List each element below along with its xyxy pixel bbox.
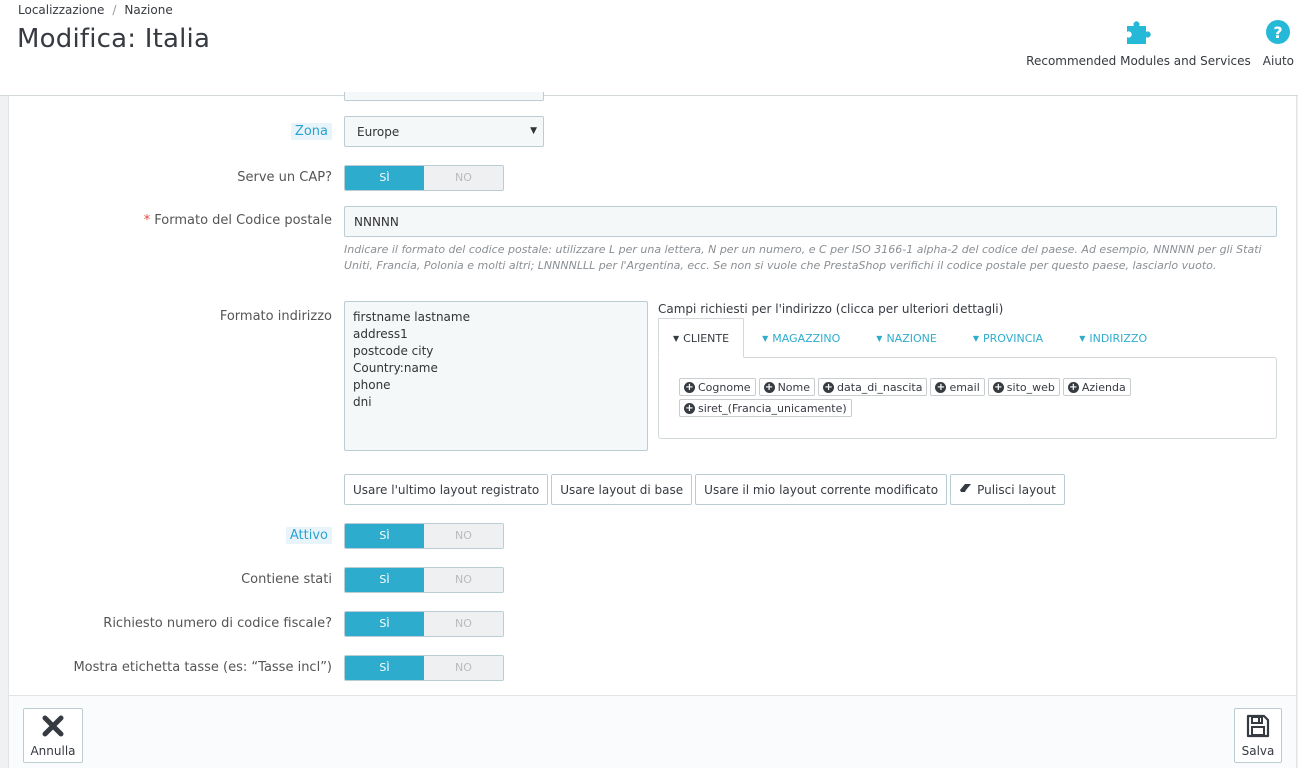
address-format-line: phone xyxy=(353,378,391,392)
address-fields-tabs: ▼ CLIENTE ▼ MAGAZZINO ▼ NAZIONE ▼ PROVINCIA … xyxy=(658,318,1165,358)
plus-icon: + xyxy=(823,381,835,393)
contains-states-label: Contiene stati xyxy=(241,572,332,587)
display-tax-label-no[interactable]: NO xyxy=(424,656,503,680)
display-tax-label-switch[interactable]: SÌ NO xyxy=(344,655,504,681)
field-tag-nome[interactable]: + Nome xyxy=(758,378,816,396)
save-label: Salva xyxy=(1241,743,1275,758)
field-tags: + Cognome + Nome + data_di_nascita + email +… xyxy=(679,378,1149,417)
save-icon xyxy=(1246,714,1270,738)
zip-required-switch[interactable]: SÌ NO xyxy=(344,165,504,191)
contains-states-switch[interactable]: SÌ NO xyxy=(344,567,504,593)
use-last-layout-button[interactable]: Usare l'ultimo layout registrato xyxy=(344,474,549,505)
active-no[interactable]: NO xyxy=(424,524,503,548)
address-format-line: address1 xyxy=(353,327,408,341)
zip-required-label: Serve un CAP? xyxy=(237,170,332,185)
close-icon xyxy=(42,714,64,738)
tab-content-cliente: + Cognome + Nome + data_di_nascita + email +… xyxy=(658,357,1277,439)
caret-down-icon: ▼ xyxy=(673,333,680,343)
zone-label: Zona xyxy=(290,123,332,140)
breadcrumb-current: Nazione xyxy=(124,3,173,17)
active-label: Attivo xyxy=(285,527,332,544)
zone-select[interactable]: Europe ▼ xyxy=(344,116,544,147)
plus-icon: + xyxy=(1067,381,1079,393)
help-button[interactable]: ? Aiuto xyxy=(1258,18,1298,68)
field-tag-siret[interactable]: + siret_(Francia_unicamente) xyxy=(679,399,852,417)
toolbar: Recommended Modules and Services ? Aiuto xyxy=(1021,18,1298,68)
caret-down-icon: ▼ xyxy=(972,333,979,343)
display-tax-label-label: Mostra etichetta tasse (es: “Tasse incl”… xyxy=(73,660,332,675)
address-format-label: Formato indirizzo xyxy=(219,309,332,324)
plus-icon: + xyxy=(763,381,775,393)
field-tag-sito-web[interactable]: + sito_web xyxy=(987,378,1060,396)
active-yes[interactable]: SÌ xyxy=(345,524,424,548)
clear-layout-button[interactable]: Pulisci layout xyxy=(950,474,1065,505)
tab-indirizzo[interactable]: ▼ INDIRIZZO xyxy=(1061,318,1165,358)
breadcrumb-separator: / xyxy=(112,3,117,17)
tab-nazione[interactable]: ▼ NAZIONE xyxy=(858,318,955,358)
breadcrumb-parent[interactable]: Localizzazione xyxy=(18,3,104,17)
puzzle-icon xyxy=(1123,18,1153,46)
use-default-layout-button[interactable]: Usare layout di base xyxy=(551,474,693,505)
field-tag-data-di-nascita[interactable]: + data_di_nascita xyxy=(818,378,928,396)
save-button[interactable]: Salva xyxy=(1234,708,1282,763)
caret-down-icon: ▼ xyxy=(762,333,769,343)
zip-required-no[interactable]: NO xyxy=(424,166,503,190)
address-format-line: dni xyxy=(353,395,372,409)
field-tag-azienda[interactable]: + Azienda xyxy=(1062,378,1131,396)
address-fields-title: Campi richiesti per l'indirizzo (clicca … xyxy=(658,302,1004,316)
plus-icon: + xyxy=(684,402,695,414)
recommended-modules-label: Recommended Modules and Services xyxy=(1026,54,1251,68)
previous-field-input[interactable] xyxy=(344,92,544,101)
required-asterisk: * xyxy=(143,213,151,228)
contains-states-yes[interactable]: SÌ xyxy=(345,568,424,592)
zip-format-label: * Formato del Codice postale xyxy=(143,213,332,228)
layout-buttons: Usare l'ultimo layout registrato Usare l… xyxy=(344,474,1065,505)
field-tag-cognome[interactable]: + Cognome xyxy=(679,378,756,396)
need-id-number-no[interactable]: NO xyxy=(424,612,503,636)
cancel-label: Annulla xyxy=(30,743,76,758)
panel-footer: Annulla Salva xyxy=(9,695,1296,768)
svg-text:?: ? xyxy=(1274,23,1283,42)
country-form-panel: Zona Europe ▼ Serve un CAP? SÌ NO * Forma… xyxy=(8,92,1297,768)
address-format-line: Country:name xyxy=(353,361,438,375)
zip-format-help: Indicare il formato del codice postale: … xyxy=(344,243,1262,272)
zip-required-yes[interactable]: SÌ xyxy=(345,166,424,190)
recommended-modules-button[interactable]: Recommended Modules and Services xyxy=(1021,18,1256,68)
caret-down-icon: ▼ xyxy=(1079,333,1086,343)
plus-icon: + xyxy=(935,381,947,393)
help-icon: ? xyxy=(1265,18,1291,46)
plus-icon: + xyxy=(684,381,695,393)
active-switch[interactable]: SÌ NO xyxy=(344,523,504,549)
zip-format-input[interactable]: NNNNN xyxy=(344,206,1277,237)
caret-down-icon: ▼ xyxy=(876,333,883,343)
use-current-layout-button[interactable]: Usare il mio layout corrente modificato xyxy=(695,474,948,505)
contains-states-no[interactable]: NO xyxy=(424,568,503,592)
address-format-textarea[interactable]: firstname lastname address1 postcode cit… xyxy=(344,301,648,451)
chevron-down-icon: ▼ xyxy=(530,126,537,136)
help-label: Aiuto xyxy=(1262,54,1294,68)
page-title: Modifica: Italia xyxy=(17,24,211,54)
tab-provincia[interactable]: ▼ PROVINCIA xyxy=(955,318,1061,358)
eraser-icon xyxy=(959,483,972,496)
zone-select-value: Europe xyxy=(357,125,400,139)
need-id-number-label: Richiesto numero di codice fiscale? xyxy=(103,616,332,631)
cancel-button[interactable]: Annulla xyxy=(23,708,83,763)
tab-magazzino[interactable]: ▼ MAGAZZINO xyxy=(744,318,858,358)
plus-icon: + xyxy=(992,381,1004,393)
address-format-line: firstname lastname xyxy=(353,310,470,324)
display-tax-label-yes[interactable]: SÌ xyxy=(345,656,424,680)
page-header: Localizzazione / Nazione Modifica: Italia … xyxy=(0,0,1298,96)
field-tag-email[interactable]: + email xyxy=(930,378,985,396)
breadcrumb: Localizzazione / Nazione xyxy=(18,3,173,17)
tab-cliente[interactable]: ▼ CLIENTE xyxy=(658,318,745,358)
address-format-line: postcode city xyxy=(353,344,434,358)
need-id-number-yes[interactable]: SÌ xyxy=(345,612,424,636)
need-id-number-switch[interactable]: SÌ NO xyxy=(344,611,504,637)
